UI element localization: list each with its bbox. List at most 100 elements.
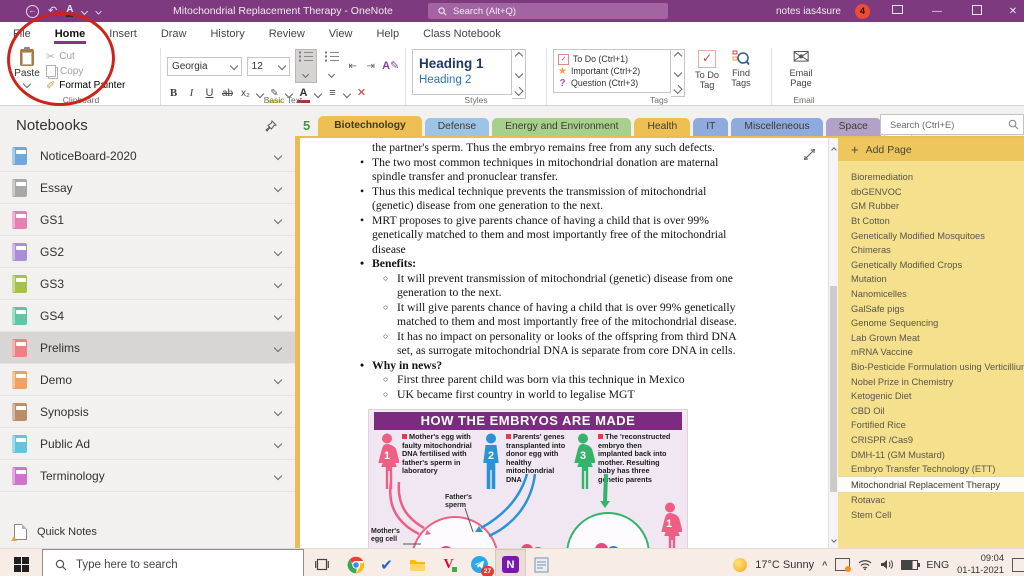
customize-quick-access-icon[interactable] — [96, 8, 102, 14]
battery-icon[interactable] — [901, 560, 918, 570]
ribbon-tab-history[interactable]: History — [209, 24, 245, 44]
page-item-bio-pesticide-formulation-using-verticillium-lecan[interactable]: Bio-Pesticide Formulation using Verticil… — [838, 360, 1024, 375]
note-bullet[interactable]: •Why in news? — [358, 359, 738, 374]
ribbon-tab-file[interactable]: File — [12, 24, 32, 44]
sidebar-item-terminology[interactable]: Terminology — [0, 460, 295, 492]
page-item-crispr-cas9[interactable]: CRISPR /Cas9 — [838, 433, 1024, 448]
sidebar-item-public-ad[interactable]: Public Ad — [0, 428, 295, 460]
sidebar-item-essay[interactable]: Essay — [0, 172, 295, 204]
page-item-dbgenvoc[interactable]: dbGENVOC — [838, 185, 1024, 200]
page-item-bt-cotton[interactable]: Bt Cotton — [838, 214, 1024, 229]
note-line[interactable]: the partner's sperm. Thus the embryo rem… — [358, 141, 738, 156]
page-item-embryo-transfer-technology-ett[interactable]: Embryo Transfer Technology (ETT) — [838, 462, 1024, 477]
bullet-list-button[interactable] — [295, 49, 317, 83]
decrease-indent-icon[interactable]: ⇤ — [346, 59, 359, 74]
chevron-down-icon[interactable] — [274, 183, 282, 191]
chevron-down-icon[interactable] — [274, 343, 282, 351]
chevron-down-icon[interactable] — [274, 311, 282, 319]
note-canvas[interactable]: the partner's sperm. Thus the embryo rem… — [300, 138, 828, 548]
heading1-style[interactable]: Heading 1 — [419, 56, 505, 73]
font-size-combo[interactable]: 12 — [247, 57, 290, 76]
page-item-bioremediation[interactable]: Bioremediation — [838, 170, 1024, 185]
titlebar-search[interactable]: Search (Alt+Q) — [428, 3, 668, 19]
chevron-down-icon[interactable] — [81, 7, 88, 14]
note-sub-bullet[interactable]: ○It will prevent transmission of mitocho… — [358, 272, 738, 301]
back-icon[interactable]: ← — [26, 5, 39, 18]
pin-icon[interactable] — [265, 120, 277, 132]
page-item-mutation[interactable]: Mutation — [838, 272, 1024, 287]
note-bullet[interactable]: •Benefits: — [358, 257, 738, 272]
section-tab-it[interactable]: IT — [693, 118, 728, 136]
taskbar-app-notepad[interactable] — [526, 549, 557, 576]
section-tab-health[interactable]: Health — [634, 118, 690, 136]
taskbar-search[interactable]: Type here to search — [42, 549, 304, 576]
email-page-button[interactable]: ✉ Email Page — [778, 48, 824, 88]
page-item-dmh-11-gm-mustard[interactable]: DMH-11 (GM Mustard) — [838, 447, 1024, 462]
heading2-style[interactable]: Heading 2 — [419, 73, 505, 87]
tag-item-2[interactable]: ★Important (Ctrl+2) — [558, 66, 666, 77]
page-item-mitochondrial-replacement-therapy[interactable]: Mitochondrial Replacement Therapy — [838, 476, 1024, 493]
sidebar-item-gs1[interactable]: GS1 — [0, 204, 295, 236]
page-item-galsafe-pigs[interactable]: GalSafe pigs — [838, 301, 1024, 316]
note-sub-bullet[interactable]: ○UK became first country in world to leg… — [358, 388, 738, 403]
sidebar-item-noticeboard-2020[interactable]: NoticeBoard-2020 — [0, 140, 295, 172]
taskbar-app-telegram[interactable]: 27 — [464, 549, 495, 576]
font-name-combo[interactable]: Georgia — [167, 57, 242, 76]
note-bullet[interactable]: •Thus this medical technique prevents th… — [358, 185, 738, 214]
note-text[interactable]: the partner's sperm. Thus the embryo rem… — [358, 141, 738, 402]
section-tab-energy-and-environment[interactable]: Energy and Environment — [492, 118, 631, 136]
numbered-list-button[interactable] — [322, 50, 342, 82]
tags-scroll-strip[interactable] — [671, 49, 685, 97]
page-item-nanomicelles[interactable]: Nanomicelles — [838, 287, 1024, 302]
page-item-mrna-vaccine[interactable]: mRNA Vaccine — [838, 345, 1024, 360]
font-color-icon[interactable]: A — [66, 5, 73, 17]
action-center-icon[interactable] — [1012, 558, 1024, 572]
wifi-icon[interactable] — [858, 559, 872, 570]
taskbar-app-explorer[interactable] — [402, 549, 433, 576]
page-item-cbd-oil[interactable]: CBD Oil — [838, 404, 1024, 419]
app-window-tray-icon[interactable] — [835, 558, 850, 571]
ribbon-tab-review[interactable]: Review — [268, 24, 306, 44]
note-sub-bullet[interactable]: ○It will give parents chance of having a… — [358, 301, 738, 330]
volume-icon[interactable] — [880, 559, 893, 570]
page-item-gm-rubber[interactable]: GM Rubber — [838, 199, 1024, 214]
sidebar-item-synopsis[interactable]: Synopsis — [0, 396, 295, 428]
chevron-down-icon[interactable] — [274, 439, 282, 447]
chevron-down-icon[interactable] — [274, 215, 282, 223]
ribbon-tab-home[interactable]: Home — [54, 24, 87, 44]
section-tab-miscelleneous[interactable]: Miscelleneous — [731, 118, 822, 136]
maximize-button[interactable] — [964, 5, 990, 18]
language-indicator[interactable]: ENG — [926, 559, 949, 571]
page-item-genome-sequencing[interactable]: Genome Sequencing — [838, 316, 1024, 331]
taskbar-app-todo[interactable]: ✔ — [371, 549, 402, 576]
close-button[interactable]: ✕ — [1004, 6, 1022, 17]
show-hidden-icons[interactable]: ^ — [822, 560, 827, 570]
page-item-nobel-prize-in-chemistry[interactable]: Nobel Prize in Chemistry — [838, 374, 1024, 389]
format-painter-button[interactable]: ✐Format Painter — [46, 79, 125, 92]
taskbar-app-onenote[interactable]: N — [495, 549, 526, 576]
section-tab-space[interactable]: Space — [826, 118, 881, 136]
task-view-button[interactable] — [304, 549, 340, 576]
quick-notes-button[interactable]: Quick Notes — [0, 518, 295, 548]
styles-pen-icon[interactable]: A✎ — [382, 59, 399, 74]
page-item-fortified-rice[interactable]: Fortified Rice — [838, 418, 1024, 433]
taskbar-app-chrome[interactable] — [340, 549, 371, 576]
chevron-down-icon[interactable] — [274, 279, 282, 287]
page-item-genetically-modified-crops[interactable]: Genetically Modified Crops — [838, 258, 1024, 273]
ribbon-tab-class-notebook[interactable]: Class Notebook — [422, 24, 502, 44]
note-sub-bullet[interactable]: ○First three parent child was born via t… — [358, 373, 738, 388]
sidebar-item-gs2[interactable]: GS2 — [0, 236, 295, 268]
ribbon-tab-draw[interactable]: Draw — [160, 24, 188, 44]
sidebar-item-demo[interactable]: Demo — [0, 364, 295, 396]
chevron-down-icon[interactable] — [274, 407, 282, 415]
chevron-down-icon[interactable] — [274, 471, 282, 479]
find-tags-button[interactable]: Find Tags — [724, 48, 758, 88]
page-item-lab-grown-meat[interactable]: Lab Grown Meat — [838, 331, 1024, 346]
section-tab-biotechnology[interactable]: Biotechnology — [318, 116, 422, 136]
note-sub-bullet[interactable]: ○It has no impact on personality or look… — [358, 330, 738, 359]
copy-button[interactable]: Copy — [46, 65, 125, 77]
embryo-infographic-image[interactable]: HOW THE EMBRYOS ARE MADE 1Mother's egg w… — [368, 409, 688, 548]
tag-item-3[interactable]: ?Question (Ctrl+3) — [558, 78, 666, 89]
page-item-rotavac[interactable]: Rotavac — [838, 493, 1024, 508]
page-search-box[interactable]: Search (Ctrl+E) — [880, 114, 1024, 135]
